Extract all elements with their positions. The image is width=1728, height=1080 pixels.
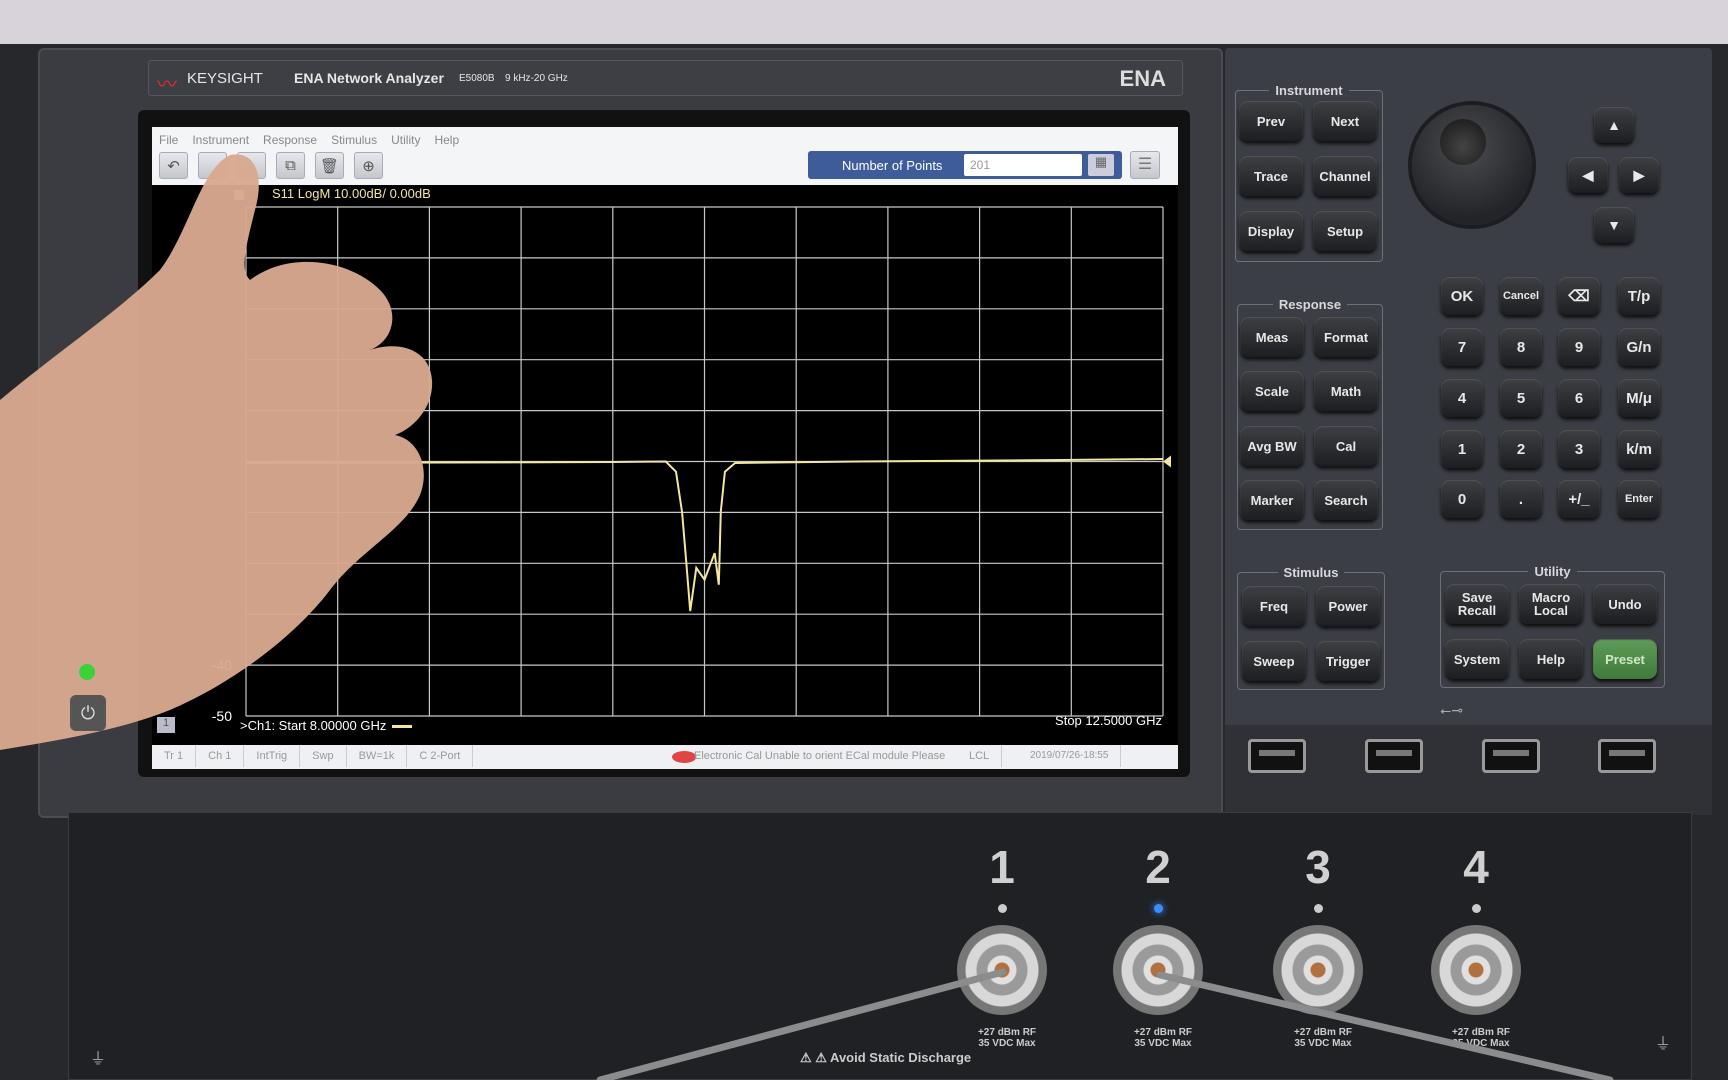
- static-warning: ⚠ ⚠ Avoid Static Discharge: [800, 1050, 972, 1065]
- test-cables: [596, 968, 1614, 1080]
- ground-icon: ⏚: [1655, 1036, 1672, 1053]
- ground-icon: ⏚: [90, 1051, 107, 1068]
